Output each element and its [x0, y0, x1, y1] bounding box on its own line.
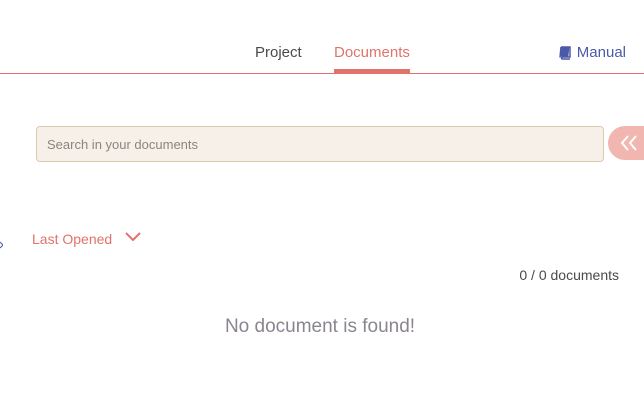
empty-state-message: No document is found! — [224, 316, 416, 337]
top-navigation: Project Documents Manual — [0, 0, 644, 74]
tab-documents[interactable]: Documents — [334, 44, 410, 62]
offscreen-element-edge — [0, 239, 3, 251]
collapse-panel-button[interactable] — [608, 126, 644, 160]
tab-project[interactable]: Project — [255, 44, 302, 62]
documents-page: Project Documents Manual Search in your … — [0, 0, 644, 413]
sort-dropdown[interactable]: Last Opened — [32, 230, 142, 248]
active-tab-indicator — [334, 69, 410, 73]
book-icon — [558, 46, 572, 60]
sort-selected-label: Last Opened — [32, 231, 113, 247]
manual-label: Manual — [576, 44, 626, 61]
manual-link[interactable]: Manual — [558, 44, 626, 62]
search-input[interactable] — [36, 126, 604, 162]
chevron-down-icon — [124, 230, 142, 248]
document-count: 0 / 0 documents — [519, 267, 619, 283]
